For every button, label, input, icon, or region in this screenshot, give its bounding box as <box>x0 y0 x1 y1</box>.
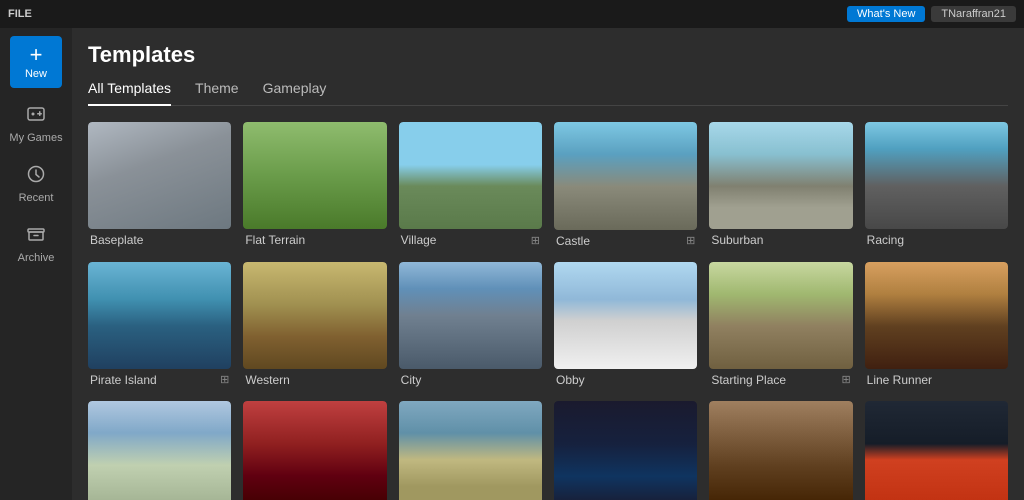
card-info-city: City <box>399 369 542 389</box>
card-name-pirate-island: Pirate Island <box>90 373 157 387</box>
template-card-baseplate[interactable]: Baseplate <box>88 122 231 250</box>
my-games-label: My Games <box>9 132 62 144</box>
template-card-suburban[interactable]: Suburban <box>709 122 852 250</box>
template-card-castle[interactable]: Castle ⊞ <box>554 122 697 250</box>
template-card-line-runner[interactable]: Line Runner <box>865 262 1008 390</box>
card-info-suburban: Suburban <box>709 229 852 249</box>
template-card-row3-4[interactable] <box>554 401 697 500</box>
thumb-row3-5 <box>709 401 852 500</box>
thumb-row3-6 <box>865 401 1008 500</box>
thumb-racing <box>865 122 1008 229</box>
page-title: Templates <box>88 42 1008 68</box>
thumb-western <box>243 262 386 369</box>
thumb-village <box>399 122 542 229</box>
thumb-castle <box>554 122 697 230</box>
thumb-line-runner <box>865 262 1008 369</box>
card-name-castle: Castle <box>556 234 590 248</box>
archive-label: Archive <box>18 252 55 264</box>
recent-icon <box>26 164 46 189</box>
template-card-starting-place[interactable]: Starting Place ⊞ <box>709 262 852 390</box>
user-button[interactable]: TNaraffran21 <box>931 6 1016 22</box>
template-card-village[interactable]: Village ⊞ <box>399 122 542 250</box>
card-name-suburban: Suburban <box>711 233 763 247</box>
template-card-row3-6[interactable] <box>865 401 1008 500</box>
tabs-bar: All Templates Theme Gameplay <box>88 80 1008 106</box>
main-layout: + New My Games Recent Archive Templates <box>0 28 1024 500</box>
top-bar: FILE What's New TNaraffran21 <box>0 0 1024 28</box>
card-name-racing: Racing <box>867 233 904 247</box>
recent-label: Recent <box>19 192 54 204</box>
card-name-western: Western <box>245 373 289 387</box>
thumb-row3-4 <box>554 401 697 500</box>
thumb-row3-3 <box>399 401 542 500</box>
templates-grid-area: Baseplate Flat Terrain Village ⊞ <box>72 106 1024 500</box>
whats-new-button[interactable]: What's New <box>847 6 925 22</box>
card-info-flat-terrain: Flat Terrain <box>243 229 386 249</box>
plus-icon: + <box>30 44 43 66</box>
tab-all-templates[interactable]: All Templates <box>88 80 171 106</box>
card-name-obby: Obby <box>556 373 585 387</box>
card-name-starting-place: Starting Place <box>711 373 786 387</box>
template-card-row3-3[interactable] <box>399 401 542 500</box>
new-label: New <box>25 68 47 80</box>
template-card-western[interactable]: Western <box>243 262 386 390</box>
template-card-row3-1[interactable] <box>88 401 231 500</box>
card-name-village: Village <box>401 233 437 247</box>
sidebar: + New My Games Recent Archive <box>0 28 72 500</box>
card-badge-starting-place: ⊞ <box>841 373 850 386</box>
card-info-line-runner: Line Runner <box>865 369 1008 389</box>
card-info-obby: Obby <box>554 369 697 389</box>
archive-icon <box>26 224 46 249</box>
card-badge-castle: ⊞ <box>686 234 695 247</box>
card-name-baseplate: Baseplate <box>90 233 143 247</box>
sidebar-item-archive[interactable]: Archive <box>6 216 66 272</box>
template-card-flat-terrain[interactable]: Flat Terrain <box>243 122 386 250</box>
card-badge-pirate-island: ⊞ <box>220 373 229 386</box>
content-area: Templates All Templates Theme Gameplay B… <box>72 28 1024 500</box>
card-info-village: Village ⊞ <box>399 229 542 249</box>
card-info-pirate-island: Pirate Island ⊞ <box>88 369 231 389</box>
thumb-city <box>399 262 542 369</box>
card-info-western: Western <box>243 369 386 389</box>
card-name-line-runner: Line Runner <box>867 373 932 387</box>
template-card-row3-2[interactable] <box>243 401 386 500</box>
template-card-racing[interactable]: Racing <box>865 122 1008 250</box>
card-name-city: City <box>401 373 422 387</box>
card-info-castle: Castle ⊞ <box>554 230 697 250</box>
template-card-obby[interactable]: Obby <box>554 262 697 390</box>
card-name-flat-terrain: Flat Terrain <box>245 233 305 247</box>
templates-grid: Baseplate Flat Terrain Village ⊞ <box>88 122 1008 500</box>
thumb-pirate-island <box>88 262 231 369</box>
card-badge-village: ⊞ <box>531 234 540 247</box>
thumb-suburban <box>709 122 852 229</box>
my-games-icon <box>26 104 46 129</box>
template-card-city[interactable]: City <box>399 262 542 390</box>
file-label: FILE <box>8 8 32 20</box>
top-bar-actions: What's New TNaraffran21 <box>847 6 1016 22</box>
new-button[interactable]: + New <box>10 36 62 88</box>
template-card-pirate-island[interactable]: Pirate Island ⊞ <box>88 262 231 390</box>
card-info-starting-place: Starting Place ⊞ <box>709 369 852 389</box>
card-info-racing: Racing <box>865 229 1008 249</box>
sidebar-item-my-games[interactable]: My Games <box>6 96 66 152</box>
thumb-baseplate <box>88 122 231 229</box>
tab-gameplay[interactable]: Gameplay <box>263 80 327 106</box>
thumb-row3-2 <box>243 401 386 500</box>
thumb-obby <box>554 262 697 370</box>
card-info-baseplate: Baseplate <box>88 229 231 249</box>
thumb-row3-1 <box>88 401 231 500</box>
tab-theme[interactable]: Theme <box>195 80 239 106</box>
thumb-flat-terrain <box>243 122 386 229</box>
thumb-starting-place <box>709 262 852 369</box>
sidebar-item-recent[interactable]: Recent <box>6 156 66 212</box>
content-header: Templates All Templates Theme Gameplay <box>72 28 1024 106</box>
template-card-row3-5[interactable] <box>709 401 852 500</box>
